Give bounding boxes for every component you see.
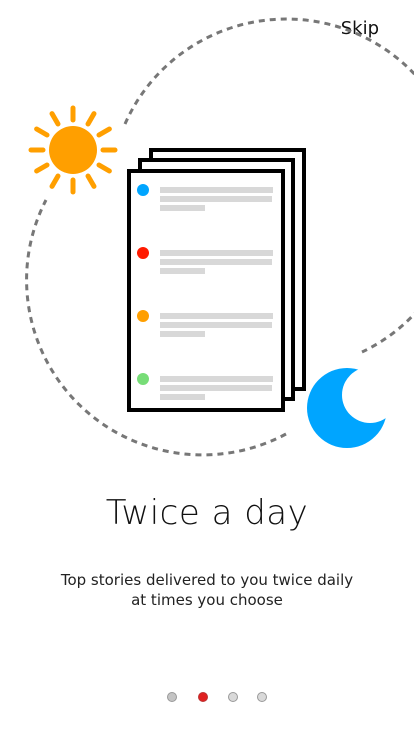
story-text-placeholder [160,313,273,319]
sun-ray [34,162,50,174]
story-text-placeholder [160,187,273,193]
sun-icon [28,105,118,195]
stacked-pages-icon [127,148,306,412]
story-dot [137,310,149,322]
story-text-placeholder [160,250,273,256]
onboarding-subtitle: Top stories delivered to you twice daily… [60,571,354,609]
sun-ray [49,173,61,189]
sun-ray [34,126,50,138]
story-text-placeholder [160,259,272,265]
sun-ray [96,126,112,138]
story-text-placeholder [160,331,205,337]
moon-icon [307,367,398,448]
page-dot-3[interactable] [228,692,238,702]
onboarding-title: Twice a day [105,493,309,533]
page-dot-2[interactable] [198,692,208,702]
sun-ray [85,111,97,127]
story-dot [137,184,149,196]
story-text-placeholder [160,205,205,211]
story-text-placeholder [160,385,272,391]
twice-a-day-illustration [25,17,414,457]
story-text-placeholder [160,196,272,202]
sun-ray [49,111,61,127]
sun-ray [96,162,112,174]
story-text-placeholder [160,376,273,382]
story-text-placeholder [160,394,205,400]
story-dot [137,247,149,259]
story-dot [137,373,149,385]
page-dot-1[interactable] [167,692,177,702]
story-text-placeholder [160,322,272,328]
story-text-placeholder [160,268,205,274]
sun-ray [85,173,97,189]
page-dot-4[interactable] [257,692,267,702]
